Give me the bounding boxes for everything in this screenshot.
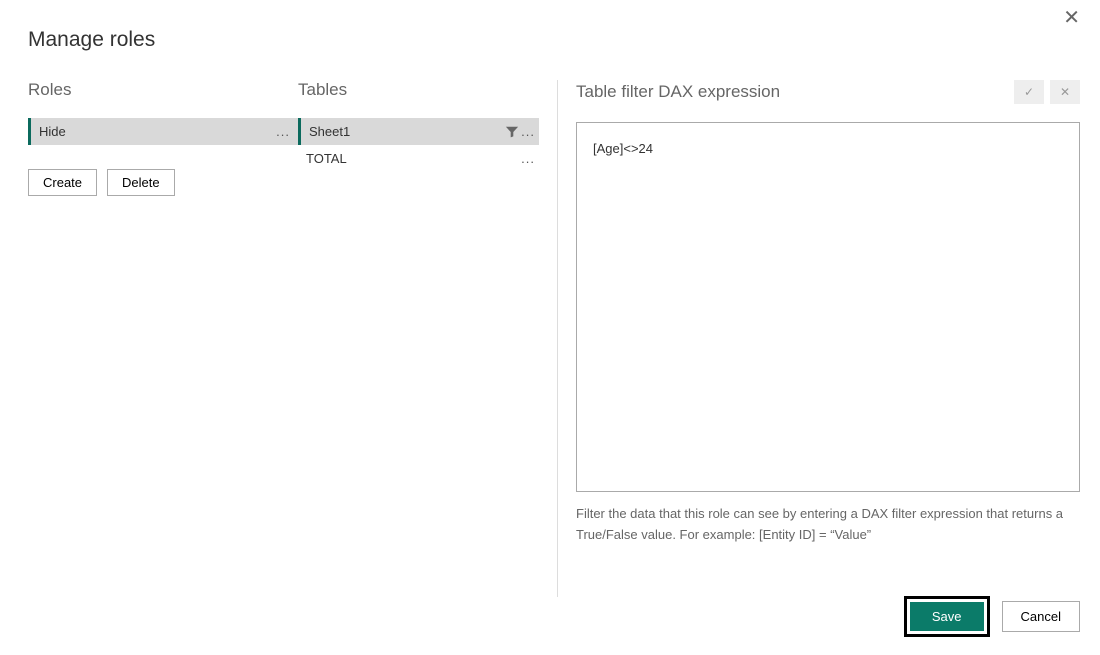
- ellipsis-icon[interactable]: ...: [276, 124, 290, 139]
- role-item-label: Hide: [39, 124, 66, 139]
- dax-hint: Filter the data that this role can see b…: [576, 504, 1080, 546]
- filter-icon: [505, 125, 519, 139]
- revert-expression-button[interactable]: ✕: [1050, 80, 1080, 104]
- dax-expression-text: [Age]<>24: [593, 141, 653, 156]
- verify-expression-button[interactable]: ✓: [1014, 80, 1044, 104]
- table-item-label: TOTAL: [306, 151, 347, 166]
- dax-expression-editor[interactable]: [Age]<>24: [576, 122, 1080, 492]
- save-button[interactable]: Save: [910, 602, 984, 631]
- role-item-hide[interactable]: Hide ...: [28, 118, 298, 145]
- delete-role-button[interactable]: Delete: [107, 169, 175, 196]
- tables-panel: Tables Sheet1 ... TOTAL ...: [298, 80, 558, 597]
- ellipsis-icon[interactable]: ...: [521, 151, 535, 166]
- roles-panel: Roles Hide ... Create Delete: [28, 80, 298, 597]
- close-icon[interactable]: ✕: [1063, 8, 1080, 28]
- table-item-label: Sheet1: [309, 124, 350, 139]
- roles-list: Hide ...: [28, 118, 298, 145]
- dax-header: Table filter DAX expression: [576, 82, 780, 102]
- save-highlight: Save: [904, 596, 990, 637]
- roles-header: Roles: [28, 80, 298, 100]
- table-item-sheet1[interactable]: Sheet1 ...: [298, 118, 539, 145]
- dax-panel: Table filter DAX expression ✓ ✕ [Age]<>2…: [576, 80, 1080, 597]
- x-icon: ✕: [1060, 85, 1070, 99]
- check-icon: ✓: [1024, 85, 1034, 99]
- ellipsis-icon[interactable]: ...: [521, 124, 535, 139]
- cancel-button[interactable]: Cancel: [1002, 601, 1080, 632]
- tables-list: Sheet1 ... TOTAL ...: [298, 118, 539, 172]
- table-item-total[interactable]: TOTAL ...: [298, 145, 539, 172]
- tables-header: Tables: [298, 80, 539, 100]
- page-title: Manage roles: [0, 0, 1100, 52]
- create-role-button[interactable]: Create: [28, 169, 97, 196]
